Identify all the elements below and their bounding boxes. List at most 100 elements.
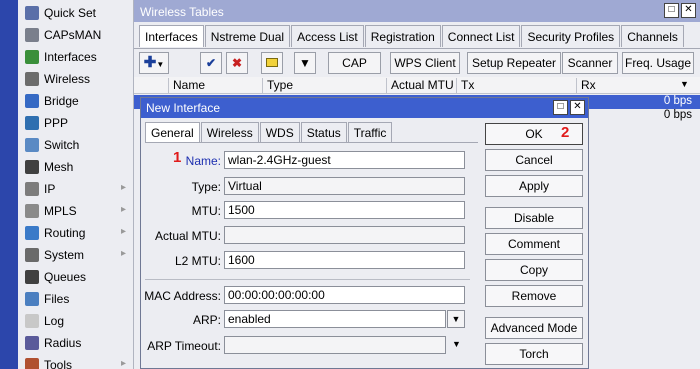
sidebar-item-capsman[interactable]: CAPsMAN	[18, 24, 134, 46]
sidebar-item-system[interactable]: System ▸	[18, 244, 134, 266]
tab-channels[interactable]: Channels	[621, 25, 684, 47]
sidebar-item-label: Wireless	[44, 72, 91, 86]
mac-address-input[interactable]: 00:00:00:00:00:00	[224, 286, 465, 304]
system-icon	[25, 248, 39, 262]
sidebar-item-label: IP	[44, 182, 56, 196]
name-label: Name:	[185, 154, 221, 168]
sidebar-item-label: MPLS	[44, 204, 77, 218]
sidebar-item-queues[interactable]: Queues	[18, 266, 134, 288]
sidebar-item-mesh[interactable]: Mesh	[18, 156, 134, 178]
table-header: Name Type Actual MTU Tx Rx ▼	[134, 77, 700, 94]
toolbar: ✚▼ ✔ ✖ ▼ CAP WPS Client Setup Repeater S…	[134, 48, 700, 75]
sidebar-item-radius[interactable]: Radius	[18, 332, 134, 354]
apply-button[interactable]: Apply	[485, 175, 583, 197]
sidebar-item-mpls[interactable]: MPLS ▸	[18, 200, 134, 222]
radius-icon	[25, 336, 39, 350]
name-input[interactable]: wlan-2.4GHz-guest	[224, 151, 465, 169]
sidebar-item-label: Switch	[44, 138, 80, 152]
sidebar-item-label: Radius	[44, 336, 82, 350]
submenu-arrow-icon: ▸	[120, 226, 126, 237]
submenu-arrow-icon: ▸	[120, 204, 126, 215]
interfaces-icon	[25, 50, 39, 64]
tab-status[interactable]: Status	[300, 122, 347, 142]
rx-value: 0 bps	[663, 109, 692, 121]
l2-mtu-input[interactable]: 1600	[224, 251, 465, 269]
column-name[interactable]: Name	[168, 78, 262, 93]
sidebar-item-label: Routing	[44, 226, 86, 240]
filter-icon[interactable]: ▼	[294, 52, 316, 74]
disable-button[interactable]: Disable	[485, 207, 583, 229]
column-tx[interactable]: Tx	[456, 78, 576, 93]
tab-registration[interactable]: Registration	[364, 25, 441, 47]
actual-mtu-field	[224, 226, 465, 244]
add-button[interactable]: ✚▼	[139, 52, 169, 74]
setup-repeater-button[interactable]: Setup Repeater	[467, 52, 561, 74]
enable-check-icon[interactable]: ✔	[200, 52, 222, 74]
maximize-icon[interactable]: □	[664, 3, 679, 18]
tab-connect-list[interactable]: Connect List	[441, 25, 521, 47]
comment-icon[interactable]	[261, 52, 283, 74]
l2-mtu-label: L2 MTU:	[174, 254, 221, 268]
tab-security-profiles[interactable]: Security Profiles	[521, 25, 621, 47]
copy-button[interactable]: Copy	[485, 259, 583, 281]
arp-timeout-field[interactable]	[224, 336, 446, 354]
freq-usage-button[interactable]: Freq. Usage	[622, 52, 694, 74]
tab-access-list[interactable]: Access List	[291, 25, 364, 47]
arp-dropdown-icon[interactable]: ▼	[447, 310, 465, 328]
wireless-icon	[25, 72, 39, 86]
arp-select[interactable]: enabled	[224, 310, 446, 328]
torch-button[interactable]: Torch	[485, 343, 583, 365]
submenu-arrow-icon: ▸	[120, 248, 126, 259]
sidebar-item-ip[interactable]: IP ▸	[18, 178, 134, 200]
actual-mtu-label: Actual MTU:	[154, 229, 221, 243]
window-title: Wireless Tables □ ✕	[134, 0, 700, 22]
column-actual-mtu[interactable]: Actual MTU	[386, 78, 456, 93]
sidebar-item-switch[interactable]: Switch	[18, 134, 134, 156]
sidebar-item-label: Mesh	[44, 160, 74, 174]
disable-x-icon[interactable]: ✖	[226, 52, 248, 74]
sidebar-item-files[interactable]: Files	[18, 288, 134, 310]
tab-traffic[interactable]: Traffic	[347, 122, 393, 142]
scanner-button[interactable]: Scanner	[562, 52, 618, 74]
sidebar-item-wireless[interactable]: Wireless	[18, 68, 134, 90]
advanced-mode-button[interactable]: Advanced Mode	[485, 317, 583, 339]
maximize-icon[interactable]: □	[553, 100, 568, 115]
tab-general[interactable]: General	[145, 122, 200, 142]
column-menu-icon[interactable]: ▼	[680, 79, 689, 89]
comment-button[interactable]: Comment	[485, 233, 583, 255]
tab-wds[interactable]: WDS	[259, 122, 300, 142]
type-label: Type:	[191, 180, 221, 194]
mpls-icon	[25, 204, 39, 218]
capsman-icon	[25, 28, 39, 42]
sidebar-item-interfaces[interactable]: Interfaces	[18, 46, 134, 68]
routing-icon	[25, 226, 39, 240]
sidebar-item-log[interactable]: Log	[18, 310, 134, 332]
remove-button[interactable]: Remove	[485, 285, 583, 307]
sidebar-item-routing[interactable]: Routing ▸	[18, 222, 134, 244]
close-icon[interactable]: ✕	[570, 100, 585, 115]
tab-wireless[interactable]: Wireless	[200, 122, 259, 142]
sidebar-item-ppp[interactable]: PPP	[18, 112, 134, 134]
sidebar-strip	[0, 0, 18, 369]
column-type[interactable]: Type	[262, 78, 384, 93]
mtu-input[interactable]: 1500	[224, 201, 465, 219]
arp-label: ARP:	[192, 313, 221, 327]
cap-button[interactable]: CAP	[328, 52, 381, 74]
sidebar-item-bridge[interactable]: Bridge	[18, 90, 134, 112]
files-icon	[25, 292, 39, 306]
arp-timeout-label: ARP Timeout:	[147, 339, 221, 353]
queues-icon	[25, 270, 39, 284]
cancel-button[interactable]: Cancel	[485, 149, 583, 171]
sidebar-item-quick-set[interactable]: Quick Set	[18, 2, 134, 24]
sidebar-item-tools[interactable]: Tools ▸	[18, 354, 134, 369]
arp-timeout-dropdown-icon[interactable]: ▼	[452, 339, 461, 349]
tab-interfaces[interactable]: Interfaces	[139, 25, 204, 47]
sidebar-menu: Quick Set CAPsMAN Interfaces Wireless Bridge…	[0, 0, 134, 369]
sidebar-item-label: PPP	[44, 116, 69, 130]
dialog-title: New Interface □ ✕	[141, 98, 588, 118]
wps-client-button[interactable]: WPS Client	[390, 52, 460, 74]
tab-nstreme-dual[interactable]: Nstreme Dual	[204, 25, 291, 47]
sidebar-item-label: Quick Set	[44, 6, 97, 20]
close-icon[interactable]: ✕	[681, 3, 696, 18]
column-rx[interactable]: Rx	[576, 78, 696, 93]
